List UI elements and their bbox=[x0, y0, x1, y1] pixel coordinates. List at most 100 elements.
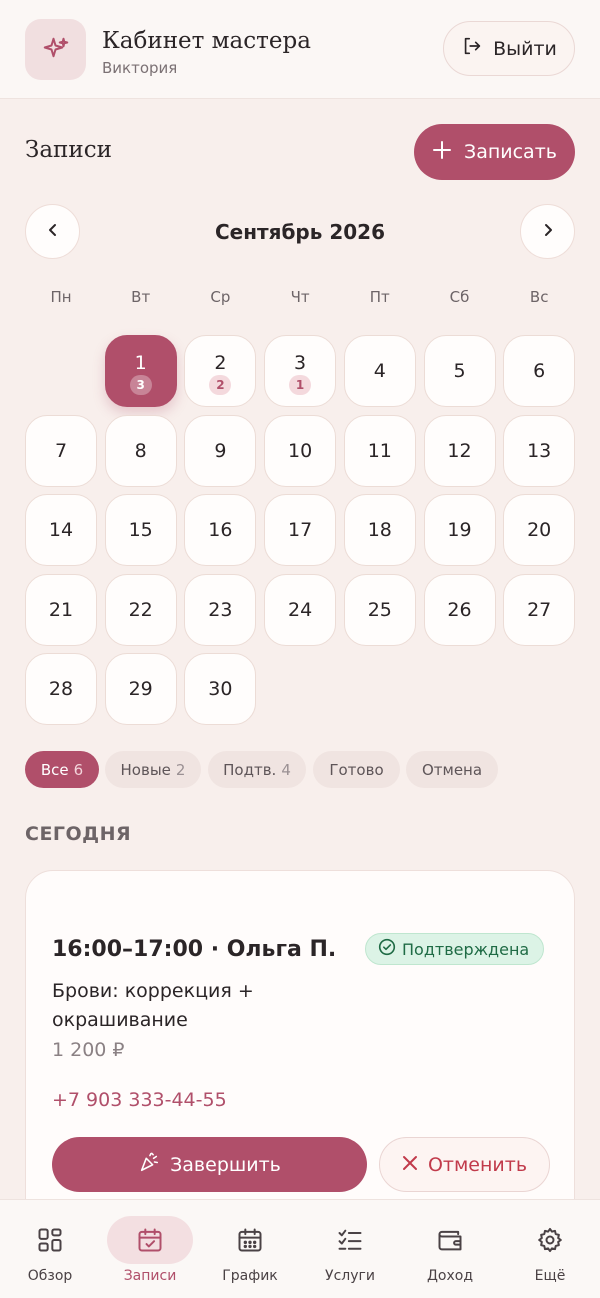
day-number: 22 bbox=[128, 598, 153, 621]
sparkles-icon bbox=[25, 19, 86, 80]
calendar-day[interactable]: 30 bbox=[184, 653, 257, 725]
day-number: 17 bbox=[288, 519, 313, 541]
nav-item-services[interactable]: Услуги bbox=[300, 1200, 400, 1298]
cancel-button[interactable]: Отменить bbox=[379, 1137, 550, 1192]
price: 1 200 ₽ bbox=[52, 1039, 125, 1061]
appointment-time-client: 16:00–17:00 · Ольга П. bbox=[52, 937, 337, 962]
calendar-day[interactable]: 19 bbox=[423, 494, 496, 566]
day-number: 23 bbox=[208, 598, 233, 621]
calendar-day[interactable]: 13 bbox=[503, 414, 576, 487]
calendar-day[interactable]: 22 bbox=[184, 335, 257, 407]
logout-button[interactable]: Выйти bbox=[443, 21, 575, 76]
finish-label: Завершить bbox=[170, 1153, 281, 1176]
filter-chip[interactable]: Отмена bbox=[406, 751, 498, 788]
day-number: 11 bbox=[367, 439, 392, 462]
month-label: Сентябрь 2026 bbox=[214, 220, 386, 244]
calendar-day[interactable]: 20 bbox=[503, 494, 576, 566]
filter-label: Готово bbox=[329, 760, 384, 779]
nav-item-more[interactable]: Ещё bbox=[500, 1200, 600, 1298]
calendar-day[interactable]: 23 bbox=[184, 573, 257, 646]
app-header: Кабинет мастера Виктория Выйти bbox=[0, 0, 600, 99]
nav-label: Доход bbox=[426, 1268, 474, 1284]
weekday-label: Пн bbox=[50, 288, 72, 306]
phone-link[interactable]: +7 903 333-44-55 bbox=[52, 1089, 227, 1111]
calendar-day[interactable]: 14 bbox=[25, 494, 97, 566]
filter-label: Подтв. bbox=[223, 760, 277, 779]
calendar-grid-icon bbox=[207, 1216, 293, 1264]
checklist-icon bbox=[307, 1216, 393, 1264]
calendar-day[interactable]: 5 bbox=[423, 335, 496, 407]
nav-item-overview[interactable]: Обзор bbox=[0, 1200, 100, 1298]
day-number: 30 bbox=[208, 678, 233, 700]
calendar-day[interactable]: 21 bbox=[25, 573, 97, 646]
filter-chip[interactable]: Готово bbox=[313, 751, 400, 788]
status-label: Подтверждена bbox=[402, 939, 530, 959]
weekday-label: Сб bbox=[449, 288, 470, 306]
calendar-day[interactable]: 22 bbox=[104, 573, 177, 646]
filter-label: Новые bbox=[120, 760, 171, 779]
day-number: 27 bbox=[527, 598, 552, 621]
weekday-label: Вт bbox=[131, 288, 151, 306]
calendar-day[interactable]: 7 bbox=[25, 414, 97, 487]
status-badge: Подтверждена bbox=[365, 933, 545, 965]
cancel-label: Отменить bbox=[427, 1153, 528, 1176]
party-popper-icon bbox=[138, 1151, 160, 1178]
today-heading: СЕГОДНЯ bbox=[25, 823, 132, 845]
calendar-day[interactable]: 27 bbox=[503, 573, 576, 646]
day-number: 28 bbox=[48, 678, 74, 700]
calendar-day[interactable]: 16 bbox=[184, 494, 257, 566]
filter-count: 4 bbox=[281, 760, 291, 779]
calendar-day[interactable]: 26 bbox=[423, 573, 496, 646]
nav-item-schedule[interactable]: График bbox=[200, 1200, 300, 1298]
next-month-button[interactable] bbox=[520, 204, 575, 259]
calendar-day[interactable]: 28 bbox=[25, 653, 97, 725]
day-number: 14 bbox=[48, 519, 74, 541]
prev-month-button[interactable] bbox=[25, 204, 80, 259]
finish-button[interactable]: Завершить bbox=[52, 1137, 367, 1192]
calendar-day[interactable]: 4 bbox=[343, 335, 416, 407]
calendar-day[interactable]: 29 bbox=[104, 653, 177, 725]
calendar-day[interactable]: 15 bbox=[104, 494, 177, 566]
calendar-day[interactable]: 17 bbox=[264, 494, 337, 566]
filter-chip[interactable]: Подтв. 4 bbox=[208, 751, 306, 788]
calendar-day[interactable]: 12 bbox=[423, 414, 496, 487]
calendar-day[interactable]: 18 bbox=[343, 494, 416, 566]
close-icon bbox=[402, 1154, 418, 1176]
calendar-day[interactable]: 10 bbox=[264, 414, 337, 487]
calendar-day[interactable]: 9 bbox=[184, 414, 257, 487]
day-number: 6 bbox=[533, 360, 546, 382]
calendar-day[interactable]: 25 bbox=[343, 573, 416, 646]
calendar-day[interactable]: 6 bbox=[503, 335, 576, 407]
nav-item-appointments[interactable]: Записи bbox=[100, 1200, 200, 1298]
day-number: 8 bbox=[134, 439, 147, 462]
plus-icon bbox=[432, 140, 452, 165]
gear-icon bbox=[507, 1216, 593, 1264]
day-number: 3 bbox=[294, 352, 307, 374]
calendar-day[interactable]: 31 bbox=[264, 335, 337, 407]
filter-label: Отмена bbox=[421, 760, 483, 779]
appointment-count-badge: 2 bbox=[209, 375, 232, 395]
filter-chip[interactable]: Все 6 bbox=[25, 751, 99, 788]
calendar-day[interactable]: 13 bbox=[104, 335, 177, 407]
day-number: 25 bbox=[367, 598, 392, 621]
day-number: 29 bbox=[128, 678, 153, 700]
filter-label: Все bbox=[40, 760, 69, 779]
add-appointment-button[interactable]: Записать bbox=[414, 124, 575, 180]
calendar-day[interactable]: 11 bbox=[343, 414, 416, 487]
bottom-navigation: Обзор Записи График Услуги Доход Ещё bbox=[0, 1199, 600, 1298]
filter-chip[interactable]: Новые 2 bbox=[105, 751, 201, 788]
nav-label: График bbox=[222, 1268, 278, 1284]
nav-item-income[interactable]: Доход bbox=[400, 1200, 500, 1298]
page-title: Записи bbox=[25, 137, 112, 163]
user-name: Виктория bbox=[102, 59, 178, 77]
day-number: 2 bbox=[214, 352, 227, 374]
nav-label: Ещё bbox=[534, 1268, 566, 1284]
filter-count: 2 bbox=[175, 760, 186, 779]
day-number: 7 bbox=[54, 439, 68, 462]
calendar-day[interactable]: 24 bbox=[264, 573, 337, 646]
calendar-day[interactable]: 8 bbox=[104, 414, 177, 487]
weekday-label: Ср bbox=[210, 288, 231, 306]
logout-icon bbox=[461, 35, 483, 62]
day-number: 12 bbox=[447, 439, 472, 462]
day-number: 10 bbox=[288, 439, 313, 462]
